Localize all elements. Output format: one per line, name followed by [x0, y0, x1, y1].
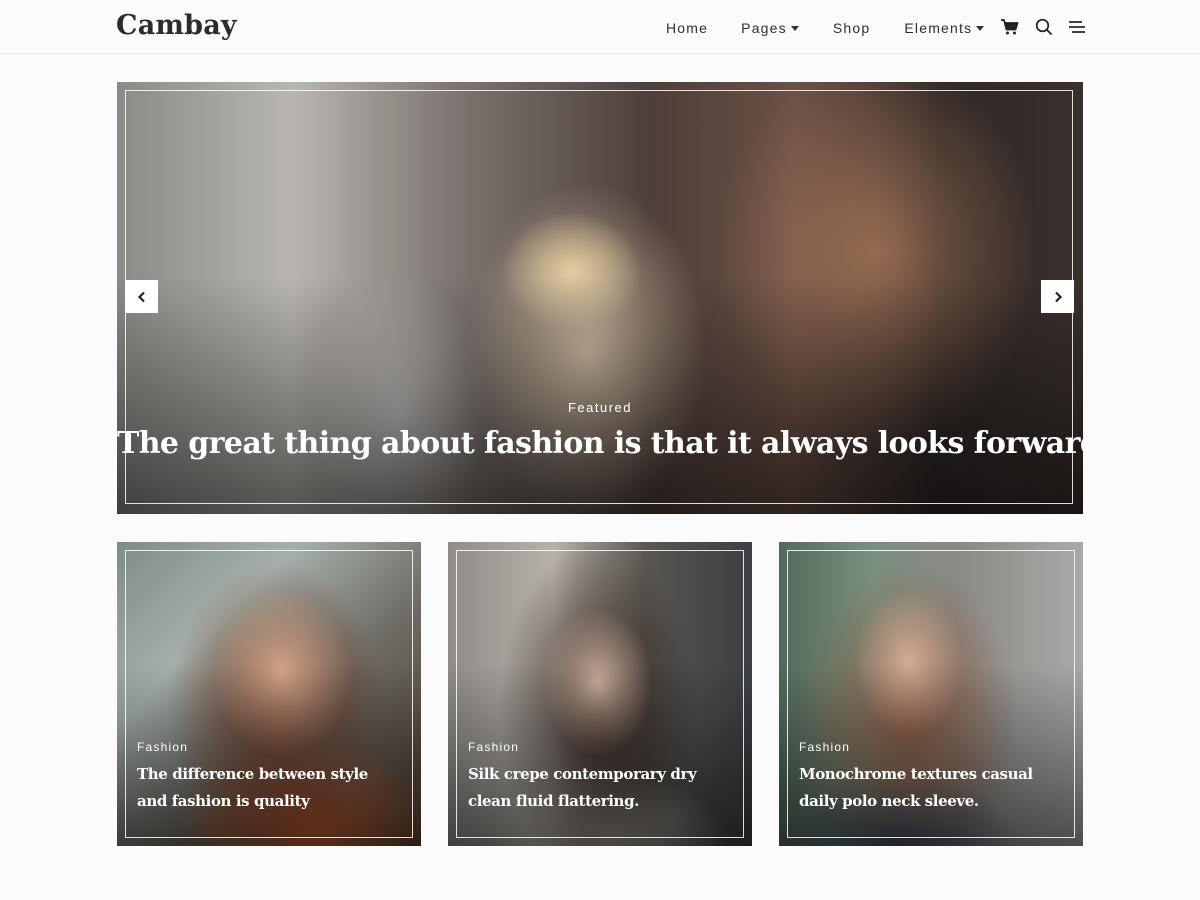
post-title[interactable]: Monochrome textures casual daily polo ne…: [799, 761, 1061, 815]
hero-title[interactable]: The great thing about fashion is that it…: [117, 426, 1083, 461]
site-logo[interactable]: Cambay: [116, 10, 237, 41]
post-card[interactable]: Fashion Silk crepe contemporary dry clea…: [448, 542, 752, 846]
post-category[interactable]: Fashion: [137, 740, 188, 754]
nav-item-elements[interactable]: Elements: [904, 20, 985, 36]
nav-item-shop[interactable]: Shop: [833, 20, 871, 36]
post-category[interactable]: Fashion: [799, 740, 850, 754]
post-card[interactable]: Fashion The difference between style and…: [117, 542, 421, 846]
cart-icon[interactable]: [1000, 17, 1020, 37]
nav-item-pages[interactable]: Pages: [741, 20, 799, 36]
hero-slider[interactable]: Featured The great thing about fashion i…: [117, 82, 1083, 514]
nav-item-label: Home: [666, 20, 709, 36]
nav-item-label: Shop: [832, 20, 871, 36]
hero-category[interactable]: Featured: [117, 400, 1083, 415]
post-card[interactable]: Fashion Monochrome textures casual daily…: [779, 542, 1083, 846]
post-category[interactable]: Fashion: [468, 740, 519, 754]
nav-item-label: Pages: [741, 20, 787, 36]
nav-item-home[interactable]: Home: [666, 20, 708, 36]
slider-next-button[interactable]: [1041, 280, 1074, 313]
menu-icon[interactable]: [1067, 17, 1087, 37]
slider-prev-button[interactable]: [125, 280, 158, 313]
chevron-right-icon: [1054, 291, 1062, 302]
search-icon[interactable]: [1034, 17, 1054, 37]
site-header: Cambay Home Pages Shop Elements: [0, 0, 1200, 54]
caret-down-icon: [790, 25, 799, 31]
post-title[interactable]: The difference between style and fashion…: [137, 761, 399, 815]
chevron-left-icon: [137, 291, 145, 302]
post-title[interactable]: Silk crepe contemporary dry clean fluid …: [468, 761, 730, 815]
main-nav: Home Pages Shop Elements: [666, 18, 985, 38]
nav-item-label: Elements: [904, 20, 973, 36]
caret-down-icon: [976, 25, 985, 31]
